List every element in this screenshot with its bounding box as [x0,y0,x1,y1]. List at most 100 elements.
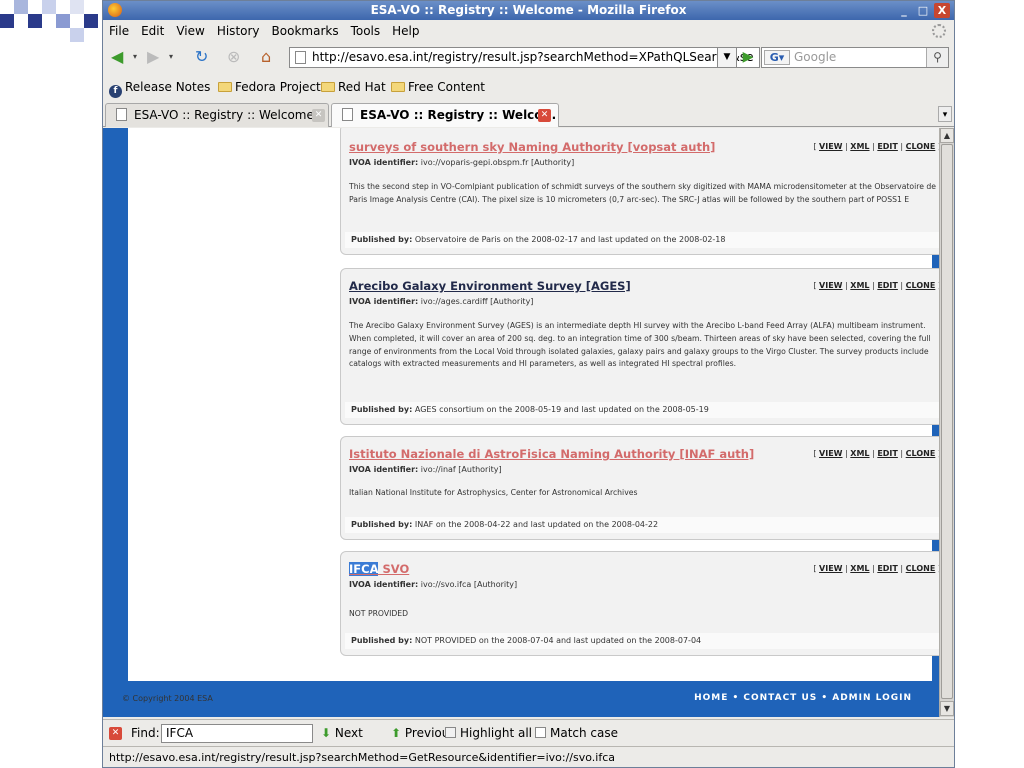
firefox-icon [108,3,122,17]
clone-link[interactable]: CLONE [906,281,936,290]
up-arrow-icon: ⬆ [391,726,402,740]
decoration-square [70,0,84,14]
footer-nav-links[interactable]: HOME • CONTACT US • ADMIN LOGIN [676,686,932,710]
record-title-link[interactable]: surveys of southern sky Naming Authority… [349,140,715,154]
menu-tools[interactable]: Tools [345,20,387,42]
url-text: http://esavo.esa.int/registry/result.jsp… [312,50,754,64]
tab-close-icon[interactable]: ✕ [312,109,325,122]
record-title-link[interactable]: Istituto Nazionale di AstroFisica Naming… [349,447,754,461]
record-actions: [ VIEW | XML | EDIT | CLONE ] [813,449,939,458]
tab-registry-welcome-2[interactable]: ESA-VO :: Registry :: Welco... ✕ [331,103,559,127]
view-link[interactable]: VIEW [819,142,842,151]
url-bar[interactable]: http://esavo.esa.int/registry/result.jsp… [289,47,760,68]
reload-icon[interactable]: ↻ [195,48,208,66]
view-link[interactable]: VIEW [819,564,842,573]
folder-icon [321,82,335,92]
down-arrow-icon: ⬇ [321,726,332,740]
xml-link[interactable]: XML [850,449,869,458]
highlight-icon [445,727,456,738]
maximize-icon[interactable]: □ [915,3,931,18]
activity-throbber-icon [932,24,946,38]
record-description: NOT PROVIDED [349,609,409,618]
decoration-square [70,28,84,42]
bookmark-red-hat[interactable]: Red Hat [321,76,386,99]
menu-file[interactable]: File [103,20,135,42]
find-close-icon[interactable]: ✕ [109,727,122,740]
view-link[interactable]: VIEW [819,281,842,290]
minimize-icon[interactable]: _ [896,3,912,18]
record-description: The Arecibo Galaxy Environment Survey (A… [349,321,931,369]
find-input[interactable]: IFCA [161,724,313,743]
forward-dropdown-icon[interactable]: ▾ [169,48,173,66]
decoration-square [42,0,56,14]
clone-link[interactable]: CLONE [906,142,936,151]
record-actions: [ VIEW | XML | EDIT | CLONE ] [813,281,939,290]
browser-window: ESA-VO :: Registry :: Welcome - Mozilla … [102,0,955,768]
menu-history[interactable]: History [211,20,266,42]
find-bar: ✕ Find: IFCA ⬇ Next ⬆ Previous Highlight… [103,719,954,745]
menu-view[interactable]: View [170,20,210,42]
tab-bar: ESA-VO :: Registry :: Welcome ✕ ESA-VO :… [103,101,954,127]
record-description: Italian National Institute for Astrophys… [349,488,638,497]
menu-bookmarks[interactable]: Bookmarks [266,20,345,42]
resource-record: Arecibo Galaxy Environment Survey [AGES]… [340,268,939,425]
clone-link[interactable]: CLONE [906,449,936,458]
search-icon[interactable]: ⚲ [926,48,948,67]
record-published: Published by: INAF on the 2008-04-22 and… [345,517,939,533]
forward-arrow-icon[interactable]: ▶ [147,48,159,66]
url-history-dropdown[interactable]: ▼ [717,47,737,68]
record-title-link[interactable]: IFCA SVO [349,562,409,576]
go-icon[interactable]: ▶ [739,48,757,66]
folder-icon [218,82,232,92]
record-title-link[interactable]: Arecibo Galaxy Environment Survey [AGES] [349,279,631,293]
find-next-button[interactable]: ⬇ Next [321,720,363,746]
home-icon[interactable]: ⌂ [261,48,271,66]
xml-link[interactable]: XML [850,142,869,151]
tab-registry-welcome-1[interactable]: ESA-VO :: Registry :: Welcome ✕ [105,103,329,127]
navigation-toolbar: ◀ ▾ ▶ ▾ ↻ ⊗ ⌂ http://esavo.esa.int/regis… [103,42,954,72]
back-arrow-icon[interactable]: ◀ [111,48,123,66]
xml-link[interactable]: XML [850,564,869,573]
resource-record: Istituto Nazionale di AstroFisica Naming… [340,436,939,540]
search-engine-icon[interactable]: G▾ [764,50,790,65]
close-icon[interactable]: X [934,3,950,18]
scroll-up-icon[interactable]: ▲ [940,128,954,143]
menu-bar: File Edit View History Bookmarks Tools Help [103,20,954,42]
edit-link[interactable]: EDIT [877,449,898,458]
menu-help[interactable]: Help [386,20,425,42]
edit-link[interactable]: EDIT [877,281,898,290]
tab-close-icon[interactable]: ✕ [538,109,551,122]
record-published: Published by: AGES consortium on the 200… [345,402,939,418]
view-link[interactable]: VIEW [819,449,842,458]
scroll-down-icon[interactable]: ▼ [940,701,954,716]
search-placeholder: Google [794,50,837,64]
record-identifier: IVOA identifier: ivo://svo.ifca [Authori… [349,580,518,589]
xml-link[interactable]: XML [850,281,869,290]
stop-icon[interactable]: ⊗ [227,48,240,66]
edit-link[interactable]: EDIT [877,142,898,151]
status-bar: http://esavo.esa.int/registry/result.jsp… [103,746,954,767]
back-dropdown-icon[interactable]: ▾ [133,48,137,66]
clone-link[interactable]: CLONE [906,564,936,573]
vertical-scrollbar[interactable]: ▲ ▼ [939,128,954,717]
tab-list-dropdown[interactable]: ▾ [938,106,952,122]
bookmark-free-content[interactable]: Free Content [391,76,485,99]
bookmark-release-notes[interactable]: f Release Notes [109,76,210,99]
bookmark-fedora-project[interactable]: Fedora Project [218,76,321,99]
page-icon [342,108,353,121]
scroll-thumb[interactable] [941,144,953,699]
tab-label: ESA-VO :: Registry :: Welcome [134,108,314,122]
match-case-checkbox[interactable]: Match case [535,720,618,746]
menu-edit[interactable]: Edit [135,20,170,42]
decoration-square [28,14,42,28]
fedora-icon: f [109,85,122,98]
search-input[interactable]: G▾ Google ⚲ [761,47,949,68]
record-published: Published by: Observatoire de Paris on t… [345,232,939,248]
tab-label: ESA-VO :: Registry :: Welco... [360,108,557,122]
highlight-all-button[interactable]: Highlight all [445,720,532,746]
record-actions: [ VIEW | XML | EDIT | CLONE ] [813,142,939,151]
find-label: Find: [131,726,160,740]
record-identifier: IVOA identifier: ivo://ages.cardiff [Aut… [349,297,534,306]
copyright-text: © Copyright 2004 ESA [122,694,213,703]
edit-link[interactable]: EDIT [877,564,898,573]
